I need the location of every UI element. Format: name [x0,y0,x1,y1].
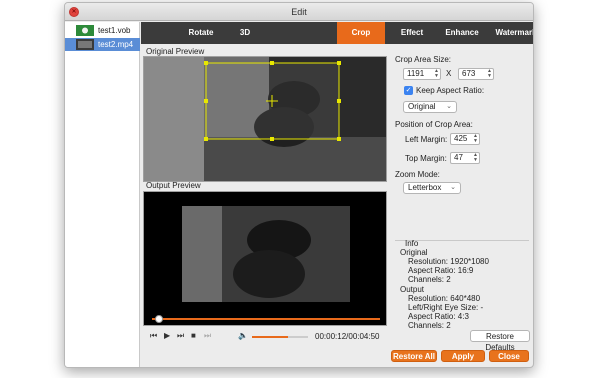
edit-window: ✕ Edit test1.vob test2.mp4 Rotate 3D Cro… [64,2,534,368]
crop-area-size-label: Crop Area Size: [395,55,452,64]
tab-crop[interactable]: Crop [337,22,385,44]
keep-aspect-label: Keep Aspect Ratio: [416,86,485,95]
original-preview [143,56,387,182]
tab-watermark[interactable]: Watermark [487,22,533,44]
file-name: test2.mp4 [98,40,134,49]
title-bar: ✕ Edit [65,3,533,21]
info-original-title: Original [400,248,428,257]
position-label: Position of Crop Area: [395,120,473,129]
file-name: test1.vob [98,26,131,35]
x-label: X [446,69,452,78]
left-margin-label: Left Margin: [405,135,448,144]
progress-track[interactable] [152,318,380,320]
chevron-down-icon: ⌄ [446,103,452,110]
aspect-ratio-select[interactable]: Original ⌄ [403,101,457,113]
step-icon[interactable]: ⏭ [204,331,211,341]
info-title: Info [405,239,419,248]
output-preview [143,191,387,326]
left-margin-field[interactable]: 425 ▲ ▼ [450,133,480,145]
restore-defaults-button[interactable]: Restore Defaults [470,330,530,352]
original-frame [144,57,386,181]
stepper-icon[interactable]: ▲ ▼ [434,69,439,79]
top-margin-value: 47 [454,153,463,162]
left-margin-value: 425 [454,134,468,143]
info-orig-channels: Channels: 2 [408,275,451,284]
top-margin-label: Top Margin: [405,154,447,163]
original-preview-label: Original Preview [146,47,205,56]
output-frame [144,192,386,325]
zoom-mode-label: Zoom Mode: [395,170,440,179]
next-icon[interactable]: ⏭ [177,331,184,341]
progress-handle[interactable] [155,315,163,323]
time-display: 00:00:12/00:04:50 [315,332,380,341]
video-thumb-icon [76,39,94,50]
play-icon[interactable]: ▶ [164,331,170,340]
close-icon[interactable]: ✕ [69,7,79,17]
info-out-channels: Channels: 2 [408,321,451,330]
info-out-eye-size: Left/Right Eye Size: - [408,303,484,312]
info-orig-resolution: Resolution: 1920*1080 [408,257,489,266]
stop-icon[interactable]: ■ [191,331,196,340]
keep-aspect-checkbox[interactable]: ✓ [404,86,413,95]
tab-effect[interactable]: Effect [391,22,433,44]
restore-all-button[interactable]: Restore All [391,350,437,362]
info-output-title: Output [400,285,425,294]
stepper-icon[interactable]: ▲ ▼ [473,134,478,144]
file-list: test1.vob test2.mp4 [65,22,140,367]
zoom-mode-value: Letterbox [408,183,442,192]
tab-rotate[interactable]: Rotate [177,22,225,44]
tab-bar: Rotate 3D Crop Effect Enhance Watermark [141,22,533,44]
crop-width-field[interactable]: 1191 ▲ ▼ [403,68,441,80]
tab-enhance[interactable]: Enhance [437,22,487,44]
zoom-mode-select[interactable]: Letterbox ⌄ [403,182,461,194]
aspect-ratio-value: Original [408,102,436,111]
crop-height-field[interactable]: 673 ▲ ▼ [458,68,494,80]
crop-height-value: 673 [462,69,476,78]
apply-button[interactable]: Apply [441,350,485,362]
file-item-test1[interactable]: test1.vob [65,24,140,37]
file-item-test2[interactable]: test2.mp4 [65,38,140,51]
video-thumb-icon [76,25,94,36]
window-title: Edit [291,7,307,17]
close-button[interactable]: Close [489,350,529,362]
chevron-down-icon: ⌄ [450,184,456,191]
prev-icon[interactable]: ⏮ [150,331,157,341]
stepper-icon[interactable]: ▲ ▼ [487,69,492,79]
tab-3d[interactable]: 3D [225,22,265,44]
output-preview-label: Output Preview [146,181,201,190]
info-orig-aspect: Aspect Ratio: 16:9 [408,266,474,275]
volume-slider[interactable] [252,336,308,338]
top-margin-field[interactable]: 47 ▲ ▼ [450,152,480,164]
crop-width-value: 1191 [407,69,425,78]
info-out-aspect: Aspect Ratio: 4:3 [408,312,469,321]
stepper-icon[interactable]: ▲ ▼ [473,153,478,163]
info-out-resolution: Resolution: 640*480 [408,294,481,303]
player-controls: ⏮ ▶ ⏭ ■ ⏭ 🔈 00:00:12/00:04:50 [144,329,388,345]
volume-level [252,336,289,338]
volume-icon[interactable]: 🔈 [238,331,248,340]
